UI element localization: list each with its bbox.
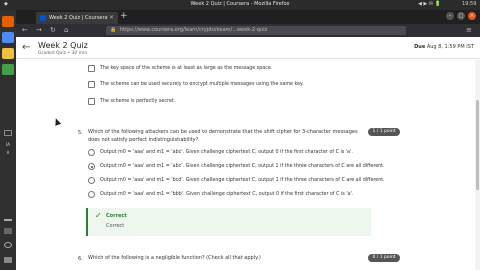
checkbox[interactable] [88, 81, 95, 88]
close-window-button[interactable]: × [468, 12, 476, 20]
tab-week-2-quiz[interactable]: Week 2 Quiz | Coursera × [36, 12, 118, 24]
firefox-icon[interactable] [2, 16, 14, 27]
feedback-title: Correct [106, 213, 127, 219]
scrollbar-thumb[interactable] [476, 100, 479, 190]
question-text: Which of the following is a negligible f… [88, 255, 261, 261]
browser-back-icon[interactable]: ← [22, 26, 28, 34]
option-text: The key space of the scheme is at least … [100, 65, 273, 71]
bluetooth-icon[interactable] [4, 228, 12, 234]
power-icon[interactable] [4, 242, 12, 248]
browser-tab-strip: Week 2 Quiz | Coursera × + – □ × [16, 10, 480, 24]
points-badge: 0 / 1 point [368, 254, 400, 262]
radio-button[interactable] [88, 149, 95, 156]
back-arrow-icon[interactable]: ← [22, 42, 30, 53]
feedback-text: Correct [106, 223, 125, 229]
feedback-box: ✓ Correct Correct [86, 208, 371, 236]
due-date: Due Aug 8, 1:59 PM IST [414, 44, 474, 50]
option-text: Output m0 = 'aaa' and m1 = 'bcd'. Given … [100, 177, 385, 183]
app-dock: IA A [0, 10, 16, 270]
browser-nav-bar: ← → ↻ ⌂ 🔒 https://www.coursera.org/learn… [16, 24, 480, 37]
page-scrollbar[interactable] [475, 60, 480, 270]
page-title: Week 2 Quiz [38, 41, 88, 50]
due-value: Aug 8, 1:59 PM IST [426, 44, 474, 50]
checkbox[interactable] [88, 98, 95, 105]
coursera-favicon-icon [40, 15, 46, 21]
clock: 19:59 [462, 1, 477, 7]
language-indicator[interactable]: A [0, 150, 16, 155]
option-text: The scheme is perfectly secret. [100, 98, 176, 104]
input-method-indicator[interactable]: IA [0, 142, 16, 147]
quiz-content: The key space of the scheme is at least … [16, 60, 480, 270]
wifi-icon[interactable] [4, 215, 12, 221]
quiz-header: ← Week 2 Quiz Graded Quiz • 30 min Due A… [16, 37, 480, 59]
checkbox[interactable] [88, 65, 95, 72]
menu-icon[interactable]: ≡ [466, 26, 472, 34]
window-title: Week 2 Quiz | Coursera - Mozilla Firefox [190, 1, 290, 7]
tab-close-icon[interactable]: × [109, 14, 114, 21]
browser-forward-icon[interactable]: → [36, 26, 42, 34]
lock-icon: 🔒 [110, 27, 117, 33]
spreadsheet-icon[interactable] [2, 64, 14, 75]
app-grid-icon[interactable] [4, 257, 12, 263]
radio-button[interactable] [88, 177, 95, 184]
quiz-subtitle: Graded Quiz • 30 min [38, 51, 88, 56]
battery-icon [4, 130, 12, 136]
radio-button-selected[interactable] [88, 163, 95, 170]
points-badge: 1 / 1 point [368, 128, 400, 136]
maximize-button[interactable]: □ [457, 12, 465, 20]
due-label: Due [414, 44, 426, 50]
option-text: Output m0 = 'aaa' and m1 = 'bbb'. Given … [100, 191, 354, 197]
option-text: Output m0 = 'aaa' and m1 = 'abc'. Given … [100, 163, 385, 169]
question-number: 5. [78, 130, 83, 136]
check-icon: ✓ [95, 211, 102, 220]
url-bar[interactable]: 🔒 https://www.coursera.org/learn/crypto/… [106, 26, 406, 35]
desktop-top-bar: ◆ Week 2 Quiz | Coursera - Mozilla Firef… [0, 0, 480, 10]
question-text: Which of the following attackers can be … [88, 129, 358, 143]
home-icon[interactable]: ⌂ [64, 26, 68, 34]
question-number: 6. [78, 256, 83, 262]
new-tab-button[interactable]: + [120, 11, 128, 21]
folder-icon[interactable] [2, 48, 14, 59]
minimize-button[interactable]: – [446, 12, 454, 20]
option-text: The scheme can be used securely to encry… [100, 81, 304, 87]
radio-button[interactable] [88, 191, 95, 198]
reload-icon[interactable]: ↻ [50, 26, 56, 34]
url-text: https://www.coursera.org/learn/crypto/ex… [120, 27, 268, 33]
option-text: Output m0 = 'aaa' and m1 = 'abc'. Given … [100, 149, 353, 155]
tab-label: Week 2 Quiz | Coursera [49, 15, 108, 21]
system-tray[interactable]: ◀ ▶ ✉ 🔋 [418, 1, 441, 7]
files-icon[interactable] [2, 32, 14, 43]
